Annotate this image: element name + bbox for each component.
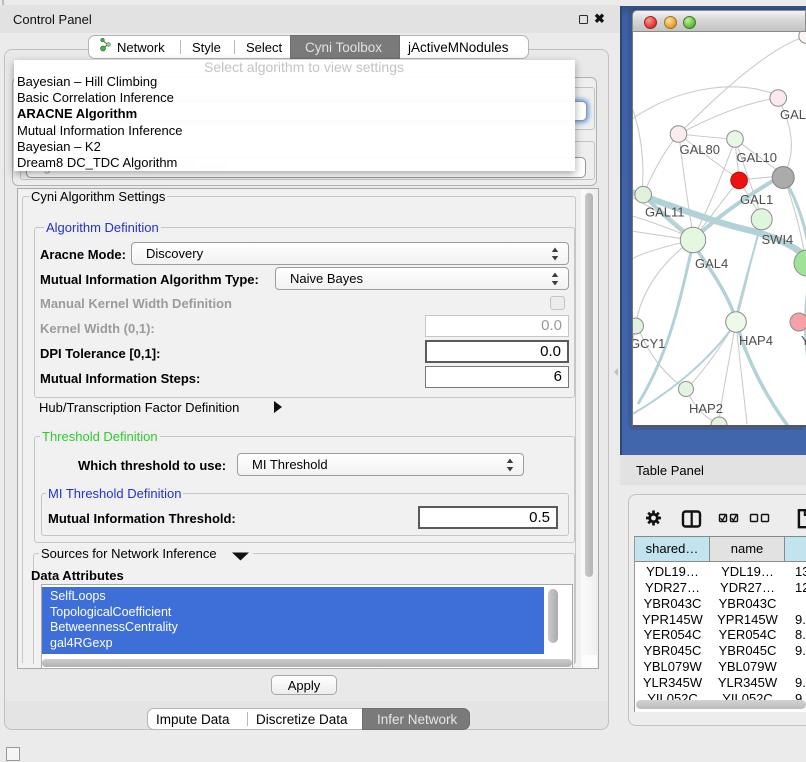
svg-text:GAL80: GAL80 <box>680 142 720 157</box>
svg-text:GAL7: GAL7 <box>780 107 806 122</box>
svg-text:HAP2: HAP2 <box>689 401 723 416</box>
svg-text:GAL10: GAL10 <box>737 150 777 165</box>
svg-text:GAL1: GAL1 <box>740 192 773 207</box>
svg-text:SWI4: SWI4 <box>762 232 794 247</box>
svg-text:GAL11: GAL11 <box>645 205 685 220</box>
svg-text:GAL4: GAL4 <box>695 256 728 271</box>
svg-text:GCY1: GCY1 <box>633 336 665 351</box>
svg-text:HAP4: HAP4 <box>739 333 773 348</box>
svg-text:Y: Y <box>801 333 806 348</box>
